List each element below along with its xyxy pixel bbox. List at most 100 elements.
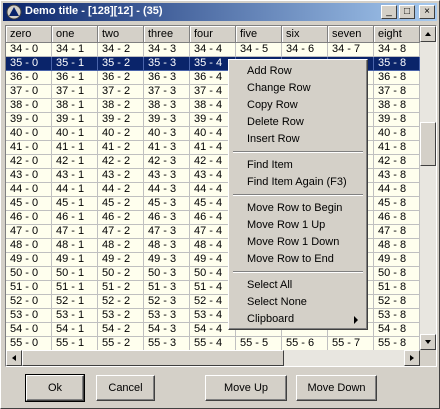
cancel-button[interactable]: Cancel — [96, 375, 155, 401]
scroll-right-button[interactable] — [404, 350, 420, 366]
column-header-six[interactable]: six — [282, 26, 328, 43]
table-cell[interactable]: 43 - 8 — [374, 169, 420, 183]
table-cell[interactable]: 55 - 2 — [98, 337, 144, 351]
close-button[interactable]: × — [419, 5, 435, 19]
title-bar[interactable]: Demo title - [128][12] - (35) _ □ × — [3, 3, 437, 21]
minimize-button[interactable]: _ — [381, 5, 397, 19]
table-cell[interactable]: 54 - 2 — [98, 323, 144, 337]
table-cell[interactable]: 39 - 2 — [98, 113, 144, 127]
menu-item-move-row-1-up[interactable]: Move Row 1 Up — [232, 217, 364, 234]
table-cell[interactable]: 34 - 7 — [328, 43, 374, 57]
table-cell[interactable]: 49 - 1 — [52, 253, 98, 267]
scroll-down-button[interactable] — [420, 334, 436, 350]
table-cell[interactable]: 41 - 2 — [98, 141, 144, 155]
table-cell[interactable]: 38 - 2 — [98, 99, 144, 113]
table-cell[interactable]: 40 - 3 — [144, 127, 190, 141]
table-cell[interactable]: 45 - 3 — [144, 197, 190, 211]
table-cell[interactable]: 43 - 2 — [98, 169, 144, 183]
table-cell[interactable]: 54 - 1 — [52, 323, 98, 337]
table-cell[interactable]: 53 - 3 — [144, 309, 190, 323]
table-cell[interactable]: 49 - 3 — [144, 253, 190, 267]
table-cell[interactable]: 42 - 8 — [374, 155, 420, 169]
table-cell[interactable]: 46 - 2 — [98, 211, 144, 225]
table-cell[interactable]: 52 - 8 — [374, 295, 420, 309]
table-cell[interactable]: 45 - 2 — [98, 197, 144, 211]
table-cell[interactable]: 50 - 2 — [98, 267, 144, 281]
table-cell[interactable]: 40 - 1 — [52, 127, 98, 141]
table-cell[interactable]: 54 - 0 — [6, 323, 52, 337]
table-cell[interactable]: 37 - 8 — [374, 85, 420, 99]
table-cell[interactable]: 44 - 0 — [6, 183, 52, 197]
table-cell[interactable]: 35 - 8 — [374, 57, 420, 71]
table-cell[interactable]: 48 - 3 — [144, 239, 190, 253]
table-cell[interactable]: 51 - 1 — [52, 281, 98, 295]
scroll-up-button[interactable] — [420, 26, 436, 42]
table-cell[interactable]: 55 - 4 — [190, 337, 236, 351]
table-cell[interactable]: 40 - 0 — [6, 127, 52, 141]
menu-item-move-row-1-down[interactable]: Move Row 1 Down — [232, 234, 364, 251]
table-cell[interactable]: 37 - 0 — [6, 85, 52, 99]
table-cell[interactable]: 55 - 7 — [328, 337, 374, 351]
table-cell[interactable]: 34 - 1 — [52, 43, 98, 57]
table-cell[interactable]: 38 - 8 — [374, 99, 420, 113]
vertical-scroll-thumb[interactable] — [420, 122, 436, 166]
table-cell[interactable]: 44 - 8 — [374, 183, 420, 197]
table-cell[interactable]: 48 - 0 — [6, 239, 52, 253]
column-header-five[interactable]: five — [236, 26, 282, 43]
table-cell[interactable]: 35 - 3 — [144, 57, 190, 71]
table-cell[interactable]: 40 - 2 — [98, 127, 144, 141]
table-cell[interactable]: 34 - 3 — [144, 43, 190, 57]
table-cell[interactable]: 50 - 8 — [374, 267, 420, 281]
table-cell[interactable]: 52 - 1 — [52, 295, 98, 309]
table-row[interactable]: 55 - 0 55 - 1 55 - 2 55 - 3 55 - 4 55 - 5 55 -… — [6, 337, 420, 351]
table-cell[interactable]: 38 - 3 — [144, 99, 190, 113]
table-cell[interactable]: 53 - 0 — [6, 309, 52, 323]
horizontal-scrollbar[interactable] — [6, 350, 420, 366]
table-cell[interactable]: 43 - 1 — [52, 169, 98, 183]
table-cell[interactable]: 36 - 1 — [52, 71, 98, 85]
table-cell[interactable]: 55 - 8 — [374, 337, 420, 351]
table-cell[interactable]: 55 - 5 — [236, 337, 282, 351]
table-cell[interactable]: 49 - 8 — [374, 253, 420, 267]
column-header-three[interactable]: three — [144, 26, 190, 43]
table-cell[interactable]: 37 - 2 — [98, 85, 144, 99]
table-cell[interactable]: 52 - 3 — [144, 295, 190, 309]
table-cell[interactable]: 46 - 0 — [6, 211, 52, 225]
table-cell[interactable]: 48 - 2 — [98, 239, 144, 253]
table-cell[interactable]: 49 - 0 — [6, 253, 52, 267]
menu-item-delete-row[interactable]: Delete Row — [232, 114, 364, 131]
table-cell[interactable]: 45 - 8 — [374, 197, 420, 211]
scroll-left-button[interactable] — [6, 350, 22, 366]
table-cell[interactable]: 34 - 0 — [6, 43, 52, 57]
table-cell[interactable]: 41 - 3 — [144, 141, 190, 155]
table-cell[interactable]: 50 - 0 — [6, 267, 52, 281]
menu-item-clipboard[interactable]: Clipboard — [232, 311, 364, 328]
table-cell[interactable]: 34 - 2 — [98, 43, 144, 57]
table-cell[interactable]: 47 - 8 — [374, 225, 420, 239]
table-cell[interactable]: 54 - 8 — [374, 323, 420, 337]
table-row[interactable]: 34 - 0 34 - 1 34 - 2 34 - 3 34 - 4 34 - 5 34 -… — [6, 43, 420, 57]
table-cell[interactable]: 51 - 2 — [98, 281, 144, 295]
table-cell[interactable]: 36 - 2 — [98, 71, 144, 85]
table-cell[interactable]: 40 - 8 — [374, 127, 420, 141]
table-cell[interactable]: 53 - 8 — [374, 309, 420, 323]
table-cell[interactable]: 52 - 0 — [6, 295, 52, 309]
table-cell[interactable]: 38 - 0 — [6, 99, 52, 113]
table-cell[interactable]: 45 - 0 — [6, 197, 52, 211]
menu-item-find-item-again-f3[interactable]: Find Item Again (F3) — [232, 174, 364, 191]
table-cell[interactable]: 48 - 1 — [52, 239, 98, 253]
menu-item-insert-row[interactable]: Insert Row — [232, 131, 364, 148]
table-cell[interactable]: 37 - 3 — [144, 85, 190, 99]
table-cell[interactable]: 50 - 1 — [52, 267, 98, 281]
table-cell[interactable]: 39 - 0 — [6, 113, 52, 127]
table-cell[interactable]: 52 - 2 — [98, 295, 144, 309]
menu-item-copy-row[interactable]: Copy Row — [232, 97, 364, 114]
table-cell[interactable]: 44 - 3 — [144, 183, 190, 197]
vertical-scrollbar[interactable] — [420, 26, 436, 350]
move-up-button[interactable]: Move Up — [205, 375, 287, 401]
table-cell[interactable]: 36 - 8 — [374, 71, 420, 85]
column-header-two[interactable]: two — [98, 26, 144, 43]
table-cell[interactable]: 41 - 8 — [374, 141, 420, 155]
menu-item-add-row[interactable]: Add Row — [232, 63, 364, 80]
table-cell[interactable]: 55 - 1 — [52, 337, 98, 351]
